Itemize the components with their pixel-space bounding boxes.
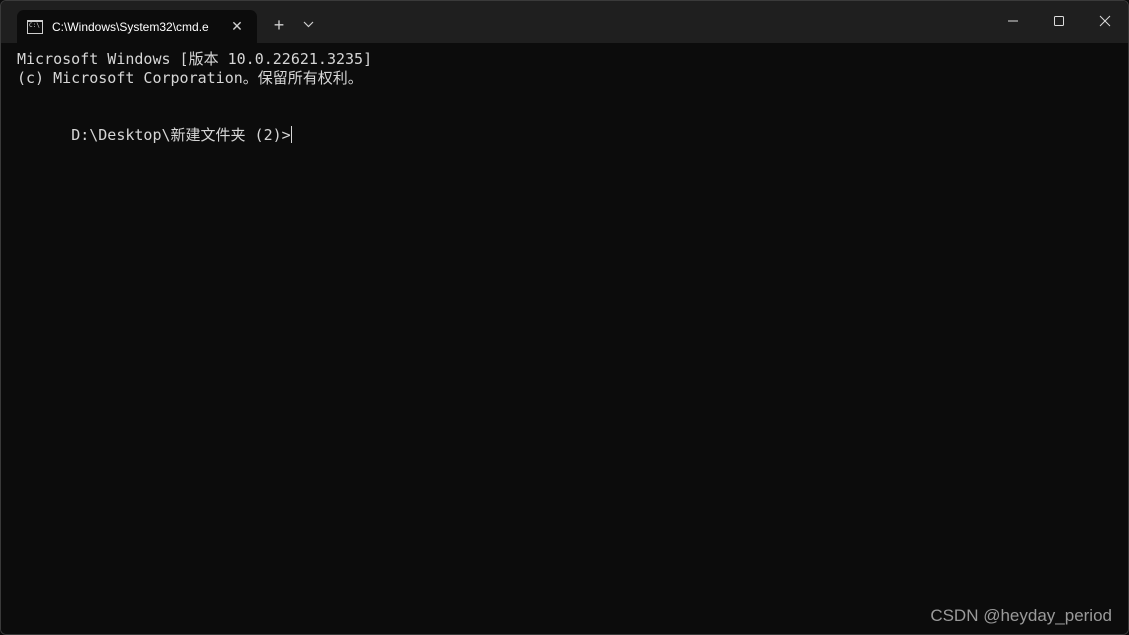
- chevron-down-icon: [303, 21, 313, 28]
- new-tab-button[interactable]: +: [269, 13, 289, 37]
- minimize-icon: [1008, 20, 1018, 22]
- command-prompt: D:\Desktop\新建文件夹 (2)>: [71, 126, 291, 144]
- text-cursor: [290, 126, 292, 143]
- tab-close-icon[interactable]: ✕: [229, 18, 245, 34]
- close-icon: [1099, 15, 1111, 27]
- tab-dropdown-button[interactable]: [298, 13, 318, 37]
- terminal-line-version: Microsoft Windows [版本 10.0.22621.3235]: [17, 50, 373, 68]
- terminal-line-copyright: (c) Microsoft Corporation。保留所有权利。: [17, 69, 363, 87]
- terminal-window: C:\Windows\System32\cmd.e ✕ +: [0, 0, 1129, 635]
- watermark: CSDN @heyday_period: [930, 606, 1112, 625]
- command-prompt-icon: [27, 19, 43, 34]
- window-controls: [990, 1, 1128, 43]
- terminal-tab[interactable]: C:\Windows\System32\cmd.e ✕: [17, 10, 257, 43]
- close-button[interactable]: [1082, 1, 1128, 41]
- minimize-button[interactable]: [990, 1, 1036, 41]
- terminal-output[interactable]: Microsoft Windows [版本 10.0.22621.3235] (…: [1, 43, 1128, 634]
- maximize-button[interactable]: [1036, 1, 1082, 41]
- tab-title: C:\Windows\System32\cmd.e: [52, 19, 209, 34]
- maximize-icon: [1054, 16, 1064, 26]
- title-bar: C:\Windows\System32\cmd.e ✕ +: [1, 1, 1128, 43]
- terminal-prompt-line[interactable]: D:\Desktop\新建文件夹 (2)>: [17, 107, 1128, 144]
